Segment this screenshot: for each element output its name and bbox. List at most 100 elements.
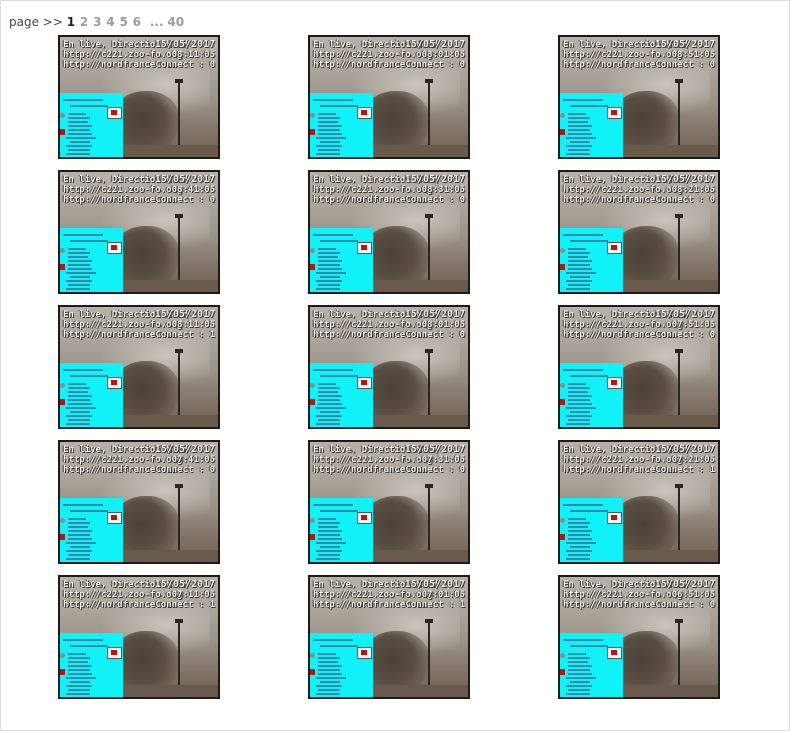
panel-text-line: [568, 653, 586, 655]
panel-text-line: [568, 391, 588, 393]
webcam-thumbnail[interactable]: En live, Direction Nord 15/05/2017 http://…: [58, 170, 220, 294]
panel-text-line: [568, 129, 590, 131]
page-frame: page >> 1 2 3 4 5 6 ... 40 En live, Dire…: [0, 0, 790, 731]
weather-icon: [310, 113, 315, 118]
weather-panel: [310, 363, 373, 427]
webcam-thumbnail[interactable]: En live, Direction Nord 15/05/2017 http://…: [558, 170, 720, 294]
webcam-thumbnail[interactable]: En live, Direction Nord 15/05/2017 http://…: [58, 305, 220, 429]
panel-text-line: [70, 105, 108, 107]
webcam-thumbnail[interactable]: En live, Direction Nord 15/05/2017 http://…: [558, 35, 720, 159]
panel-text-line: [570, 645, 608, 647]
panel-text-line: [566, 145, 592, 147]
panel-text-line: [568, 538, 592, 540]
webcam-thumbnail[interactable]: En live, Direction Nord 15/05/2017 http://…: [558, 305, 720, 429]
weather-panel: [560, 633, 623, 697]
page-link-4[interactable]: 4: [106, 15, 114, 29]
page-link-3[interactable]: 3: [93, 15, 101, 29]
page-link-last[interactable]: 40: [167, 15, 184, 29]
panel-text-line: [316, 272, 346, 274]
weather-icon: [60, 248, 65, 253]
weather-panel: [310, 633, 373, 697]
webcam-overlay-text: En live, Direction Nord 15/05/2017 http://…: [313, 174, 467, 206]
overlay-time: 07:31:05: [421, 455, 465, 465]
webcam-overlay-text: En live, Direction Nord 15/05/2017 http://…: [63, 579, 217, 611]
weather-icon: [310, 248, 315, 253]
panel-text-line: [68, 522, 90, 524]
weather-panel: [310, 498, 373, 562]
panel-text-line: [318, 526, 338, 528]
webcam-thumbnail[interactable]: En live, Direction Nord 15/05/2017 http://…: [58, 575, 220, 699]
flag-icon: [60, 669, 65, 675]
panel-text-line: [318, 522, 340, 524]
overlay-connect: Connect : 1: [155, 330, 215, 340]
panel-text-line: [563, 99, 603, 101]
weather-icon: [560, 383, 565, 388]
map-icon: [107, 647, 122, 659]
panel-text-line: [68, 653, 86, 655]
panel-text-line: [68, 399, 90, 401]
panel-text-line: [570, 546, 590, 548]
overlay-date: 15/05/2017: [404, 174, 465, 185]
map-icon: [357, 242, 372, 254]
overlay-connect: Connect : 0: [155, 60, 215, 70]
panel-text-line: [66, 685, 92, 687]
overlay-time: 08:01:05: [421, 320, 465, 330]
page-link-5[interactable]: 5: [119, 15, 127, 29]
weather-icon: [60, 113, 65, 118]
overlay-date: 15/05/2017: [154, 579, 215, 590]
panel-text-line: [318, 248, 336, 250]
overlay-url-1: http://c221.zoo-fo.org: [63, 320, 183, 330]
panel-text-line: [568, 149, 590, 151]
webcam-overlay-text: En live, Direction Nord 15/05/2017 http://…: [563, 580, 717, 611]
panel-text-line: [318, 125, 342, 127]
webcam-thumbnail[interactable]: En live, Direction Nord 15/05/2017 http://…: [558, 440, 720, 564]
webcam-thumbnail[interactable]: En live, Direction Nord 15/05/2017 http://…: [558, 575, 720, 699]
panel-text-line: [70, 411, 90, 413]
panel-text-line: [66, 145, 92, 147]
page-link-2[interactable]: 2: [80, 15, 88, 29]
webcam-thumbnail[interactable]: En live, Direction Nord 15/05/2017 http://…: [308, 440, 470, 564]
page-link-1[interactable]: 1: [67, 15, 75, 29]
panel-text-line: [63, 99, 103, 101]
webcam-thumbnail[interactable]: En live, Direction Nord 15/05/2017 http://…: [308, 170, 470, 294]
panel-text-line: [68, 252, 90, 254]
panel-text-line: [568, 661, 588, 663]
panel-text-line: [320, 645, 358, 647]
panel-text-line: [66, 558, 90, 560]
panel-text-line: [68, 661, 88, 663]
panel-text-line: [568, 387, 590, 389]
panel-text-line: [566, 280, 592, 282]
panel-text-line: [318, 264, 340, 266]
webcam-overlay-text: En live, Direction Nord 15/05/2017 http://…: [63, 310, 217, 341]
overlay-url-1: http://c221.zoo-fo.org: [563, 320, 683, 330]
panel-text-line: [318, 284, 340, 286]
panel-text-line: [68, 256, 88, 258]
overlay-url-1: http://c221.zoo-fo.org: [563, 50, 683, 60]
panel-text-line: [568, 121, 588, 123]
webcam-thumbnail[interactable]: En live, Direction Nord 15/05/2017 http://…: [308, 575, 470, 699]
panel-text-line: [68, 129, 90, 131]
webcam-thumbnail[interactable]: En live, Direction Nord 15/05/2017 http://…: [58, 440, 220, 564]
panel-text-line: [68, 149, 90, 151]
overlay-connect: Connect : 0: [655, 600, 715, 610]
weather-icon: [60, 653, 65, 658]
page-link-6[interactable]: 6: [133, 15, 141, 29]
webcam-thumbnail[interactable]: En live, Direction Nord 15/05/2017 http://…: [308, 35, 470, 159]
panel-text-line: [68, 383, 86, 385]
weather-icon: [560, 248, 565, 253]
webcam-thumbnail[interactable]: En live, Direction Nord 15/05/2017 http://…: [58, 35, 220, 159]
overlay-url-1: http://c221.zoo-fo.org: [313, 50, 433, 60]
panel-text-line: [318, 252, 340, 254]
map-icon: [107, 107, 122, 119]
overlay-date: 15/05/2017: [404, 579, 465, 590]
weather-icon: [60, 518, 65, 523]
overlay-date: 15/05/2017: [404, 309, 465, 320]
panel-text-line: [68, 673, 92, 675]
panel-text-line: [320, 276, 340, 278]
panel-text-line: [68, 387, 90, 389]
overlay-connect: Connect : 1: [405, 600, 465, 610]
flag-icon: [310, 534, 315, 540]
webcam-overlay-text: En live, Direction Nord 15/05/2017 http://…: [63, 40, 217, 71]
webcam-thumbnail[interactable]: En live, Direction Nord 15/05/2017 http://…: [308, 305, 470, 429]
panel-text-line: [316, 693, 340, 695]
